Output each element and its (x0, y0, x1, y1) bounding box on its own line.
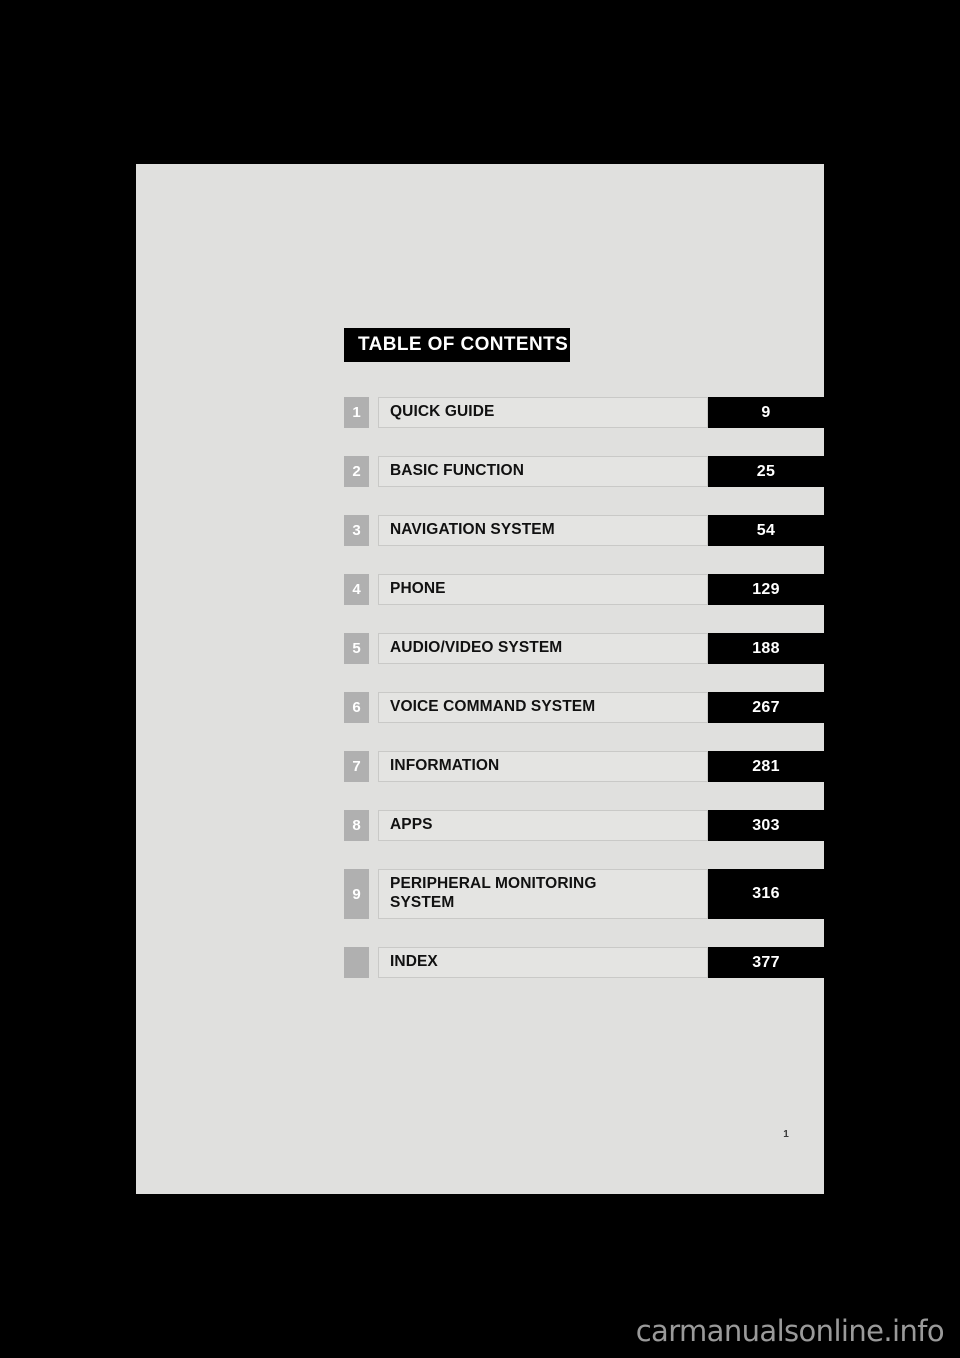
toc-entry[interactable]: 4 PHONE 129 (344, 574, 824, 605)
chapter-number-chip: 1 (344, 397, 369, 428)
chip-label-spacer (369, 515, 378, 546)
toc-entry-title[interactable]: BASIC FUNCTION (378, 456, 708, 487)
chapter-number-chip: 8 (344, 810, 369, 841)
toc-entry-page-number[interactable]: 54 (708, 515, 824, 546)
toc-entry-title[interactable]: NAVIGATION SYSTEM (378, 515, 708, 546)
chapter-number-chip: 6 (344, 692, 369, 723)
toc-entry[interactable]: INDEX 377 (344, 947, 824, 978)
chapter-number-chip: 2 (344, 456, 369, 487)
toc-entry[interactable]: 1 QUICK GUIDE 9 (344, 397, 824, 428)
toc-entry-title[interactable]: VOICE COMMAND SYSTEM (378, 692, 708, 723)
toc-entry[interactable]: 7 INFORMATION 281 (344, 751, 824, 782)
chapter-number-chip: 3 (344, 515, 369, 546)
toc-entry-title[interactable]: AUDIO/VIDEO SYSTEM (378, 633, 708, 664)
chip-label-spacer (369, 810, 378, 841)
toc-entry[interactable]: 6 VOICE COMMAND SYSTEM 267 (344, 692, 824, 723)
chip-label-spacer (369, 692, 378, 723)
toc-entry-page-number[interactable]: 303 (708, 810, 824, 841)
toc-entry-page-number[interactable]: 25 (708, 456, 824, 487)
chip-label-spacer (369, 947, 378, 978)
toc-entry-page-number[interactable]: 9 (708, 397, 824, 428)
chip-label-spacer (369, 397, 378, 428)
toc-entry[interactable]: 3 NAVIGATION SYSTEM 54 (344, 515, 824, 546)
toc-entry-page-number[interactable]: 377 (708, 947, 824, 978)
chapter-number-chip: 7 (344, 751, 369, 782)
toc-entry[interactable]: 5 AUDIO/VIDEO SYSTEM 188 (344, 633, 824, 664)
toc-entry-title[interactable]: QUICK GUIDE (378, 397, 708, 428)
chip-label-spacer (369, 633, 378, 664)
toc-entry-page-number[interactable]: 188 (708, 633, 824, 664)
chapter-number-chip: 5 (344, 633, 369, 664)
chapter-number-chip: 4 (344, 574, 369, 605)
toc-entry-page-number[interactable]: 129 (708, 574, 824, 605)
toc-entry-page-number[interactable]: 316 (708, 869, 824, 919)
chip-label-spacer (369, 869, 378, 919)
chapter-number-chip: 9 (344, 869, 369, 919)
toc-entry-title[interactable]: APPS (378, 810, 708, 841)
chapter-number-chip (344, 947, 369, 978)
source-watermark: carmanualsonline.info (635, 1314, 945, 1348)
toc-entry-title[interactable]: INDEX (378, 947, 708, 978)
chip-label-spacer (369, 751, 378, 782)
toc-entry-title[interactable]: INFORMATION (378, 751, 708, 782)
screenshot-viewport: TABLE OF CONTENTS 1 QUICK GUIDE 9 2 BASIC FU… (0, 0, 960, 1358)
toc-entry-title[interactable]: PHONE (378, 574, 708, 605)
toc-entry-page-number[interactable]: 267 (708, 692, 824, 723)
folio-page-number: 1 (783, 1129, 789, 1140)
chip-label-spacer (369, 574, 378, 605)
page-title: TABLE OF CONTENTS (344, 328, 570, 362)
toc-entry[interactable]: 8 APPS 303 (344, 810, 824, 841)
manual-page: TABLE OF CONTENTS 1 QUICK GUIDE 9 2 BASIC FU… (136, 164, 824, 1194)
toc-entry[interactable]: 9 PERIPHERAL MONITORING SYSTEM 316 (344, 869, 824, 919)
table-of-contents-list: 1 QUICK GUIDE 9 2 BASIC FUNCTION 25 3 NAVIGATIO… (344, 397, 824, 1006)
toc-entry-title[interactable]: PERIPHERAL MONITORING SYSTEM (378, 869, 708, 919)
toc-entry-page-number[interactable]: 281 (708, 751, 824, 782)
toc-entry[interactable]: 2 BASIC FUNCTION 25 (344, 456, 824, 487)
chip-label-spacer (369, 456, 378, 487)
